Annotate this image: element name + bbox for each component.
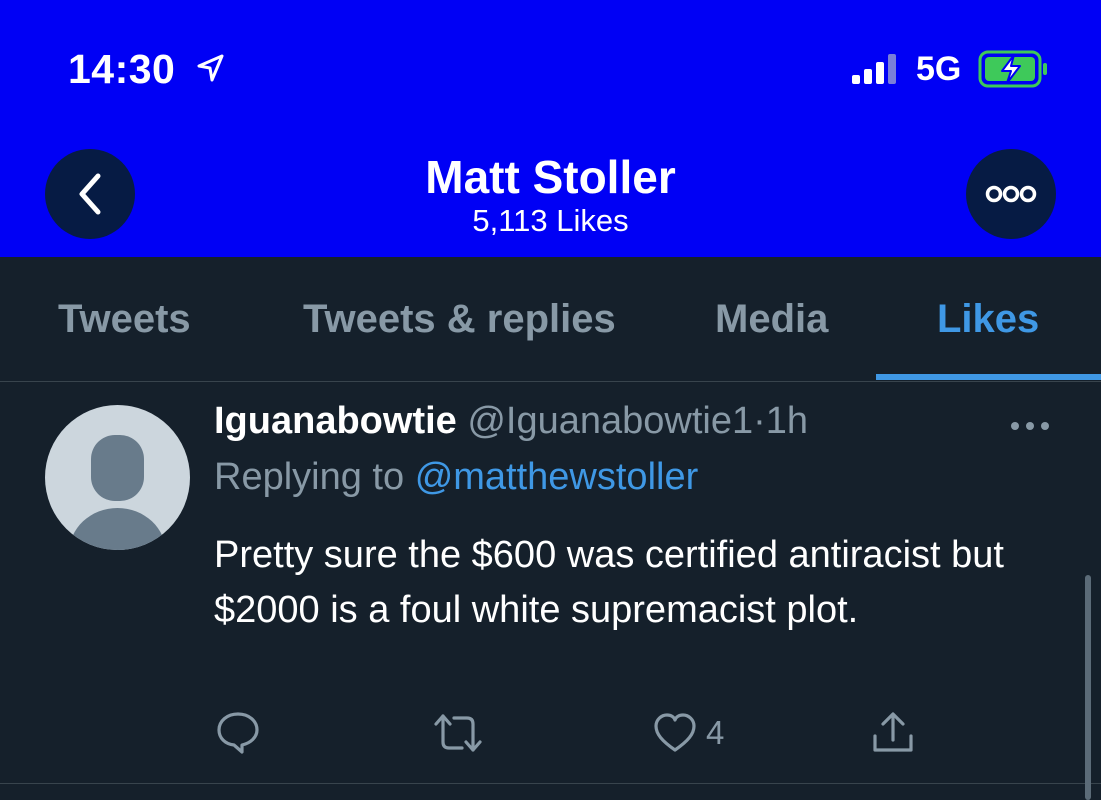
active-tab-indicator [876, 374, 1101, 380]
location-arrow-icon [197, 54, 224, 82]
tab-media[interactable]: Media [715, 297, 828, 342]
tweet-text: Pretty sure the $600 was certified antir… [214, 534, 1004, 631]
replying-to-label: Replying to [214, 456, 405, 498]
signal-icon [852, 54, 896, 84]
reply-button[interactable] [215, 710, 261, 756]
scrollbar[interactable] [1085, 575, 1091, 800]
retweet-button[interactable] [432, 710, 484, 756]
profile-tabs: Tweets Tweets & replies Media Likes [0, 257, 1101, 382]
status-time: 14:30 [68, 46, 176, 92]
comment-icon [217, 712, 259, 754]
share-button[interactable] [870, 710, 916, 756]
more-options-button[interactable] [966, 149, 1056, 239]
profile-name: Matt Stoller [425, 151, 676, 203]
profile-likes-count: 5,113 Likes [472, 203, 629, 238]
replying-to: Replying to @matthewstoller [214, 456, 698, 499]
status-bar: 14:30 5G [0, 0, 1101, 120]
tweet[interactable]: Iguanabowtie @Iguanabowtie1·1h Replying … [0, 382, 1101, 784]
avatar[interactable] [45, 405, 190, 550]
replying-to-handle[interactable]: @matthewstoller [415, 456, 699, 498]
tweet-header: Iguanabowtie @Iguanabowtie1·1h [214, 400, 808, 443]
battery-charging-icon [978, 50, 1047, 88]
avatar-placeholder-body [69, 508, 166, 550]
network-type: 5G [916, 50, 962, 88]
retweet-icon [434, 714, 482, 752]
avatar-placeholder-head [91, 435, 144, 501]
tab-likes[interactable]: Likes [937, 297, 1039, 342]
like-button[interactable]: 4 [652, 710, 724, 756]
like-count: 4 [706, 714, 725, 751]
profile-header: 14:30 5G Matt Stoller 5,113 Likes [0, 0, 1101, 257]
author-name[interactable]: Iguanabowtie [214, 400, 457, 442]
tweet-timestamp: 1h [765, 400, 809, 442]
heart-icon [654, 713, 696, 752]
tab-tweets[interactable]: Tweets [58, 297, 191, 342]
share-icon [873, 712, 913, 752]
tab-tweets-and-replies[interactable]: Tweets & replies [303, 297, 616, 342]
tweet-divider [0, 783, 1101, 784]
separator-dot: · [753, 400, 766, 442]
more-options-icon [985, 185, 1037, 203]
tweet-more-button[interactable] [1010, 418, 1050, 436]
author-handle[interactable]: @Iguanabowtie1 [467, 400, 753, 442]
more-dots-icon [1011, 422, 1049, 430]
